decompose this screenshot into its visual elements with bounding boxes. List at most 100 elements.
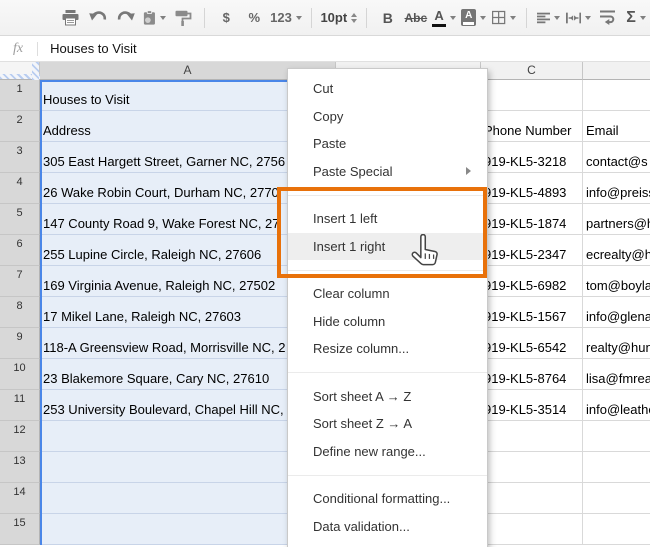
cell-d9[interactable]: realty@hun [583, 328, 650, 359]
cell-d11[interactable]: info@leathe [583, 390, 650, 421]
menu-item-conditional-formatting[interactable]: Conditional formatting... [288, 485, 487, 513]
submenu-arrow-icon [466, 167, 475, 175]
cell-c5[interactable]: 919-KL5-1874 [481, 204, 583, 235]
number-format-button[interactable]: 123 [270, 5, 302, 31]
text-color-button[interactable]: A [432, 5, 457, 31]
row-header[interactable]: 3 [0, 142, 40, 173]
row-header[interactable]: 12 [0, 421, 40, 452]
row-header[interactable]: 7 [0, 266, 40, 297]
cell-c8[interactable]: 919-KL5-1567 [481, 297, 583, 328]
menu-item-paste[interactable]: Paste [288, 130, 487, 158]
wrap-text-button[interactable] [597, 5, 619, 31]
toolbar-separator [204, 7, 206, 28]
row-header[interactable]: 13 [0, 452, 40, 483]
number-format-caret [295, 16, 302, 23]
menu-item-clear-column[interactable]: Clear column [288, 280, 487, 308]
column-header-c[interactable]: C [481, 62, 583, 80]
strikethrough-label: Abc [404, 10, 428, 25]
paint-format-button[interactable] [172, 5, 194, 31]
text-color-icon: A [432, 9, 447, 27]
toolbar-separator [310, 7, 312, 28]
row-header[interactable]: 9 [0, 328, 40, 359]
cell-d3[interactable]: contact@s [583, 142, 650, 173]
cell-d13[interactable] [583, 452, 650, 483]
paste-button[interactable] [143, 5, 167, 31]
cell-d2[interactable]: Email [583, 111, 650, 142]
cell-d6[interactable]: ecrealty@h [583, 235, 650, 266]
bold-button[interactable]: B [377, 5, 399, 31]
functions-caret [639, 16, 646, 23]
undo-icon [89, 11, 107, 21]
menu-item-copy[interactable]: Copy [288, 103, 487, 131]
merge-cells-button[interactable] [565, 5, 592, 31]
row-header[interactable]: 6 [0, 235, 40, 266]
menu-item-resize-column[interactable]: Resize column... [288, 335, 487, 363]
align-button[interactable] [536, 5, 560, 31]
functions-button[interactable]: Σ [625, 5, 647, 31]
formula-bar-value[interactable]: Houses to Visit [50, 41, 136, 56]
cell-d15[interactable] [583, 514, 650, 545]
row-header[interactable]: 14 [0, 483, 40, 514]
cell-c11[interactable]: 919-KL5-3514 [481, 390, 583, 421]
menu-item-paste-special[interactable]: Paste Special [288, 158, 487, 186]
undo-button[interactable] [87, 5, 109, 31]
menu-item-hide-column[interactable]: Hide column [288, 308, 487, 336]
column-header-d[interactable] [583, 62, 650, 80]
cell-c7[interactable]: 919-KL5-6982 [481, 266, 583, 297]
print-icon [62, 9, 78, 25]
cell-d10[interactable]: lisa@fmrea [583, 359, 650, 390]
cell-c12[interactable] [481, 421, 583, 452]
print-button[interactable] [59, 5, 81, 31]
borders-icon [492, 10, 506, 25]
cell-d12[interactable] [583, 421, 650, 452]
formula-bar[interactable]: fx Houses to Visit [0, 36, 650, 62]
cell-d7[interactable]: tom@boyla [583, 266, 650, 297]
select-all-corner[interactable] [0, 62, 40, 80]
menu-item-sort-sheet-az[interactable]: Sort sheet A → Z [288, 383, 487, 411]
row-header[interactable]: 2 [0, 111, 40, 142]
fill-color-button[interactable]: A [461, 5, 487, 31]
cell-c1[interactable] [481, 80, 583, 111]
font-size-button[interactable]: 10pt [320, 5, 358, 31]
menu-separator [288, 372, 487, 373]
row-header[interactable]: 4 [0, 173, 40, 204]
cell-d8[interactable]: info@glena [583, 297, 650, 328]
strikethrough-button[interactable]: Abc [404, 5, 428, 31]
cell-c6[interactable]: 919-KL5-2347 [481, 235, 583, 266]
menu-item-label: Paste Special [313, 163, 393, 179]
row-header[interactable]: 10 [0, 359, 40, 390]
percent-format-button[interactable]: % [243, 5, 265, 31]
borders-button[interactable] [492, 5, 516, 31]
cell-c14[interactable] [481, 483, 583, 514]
cell-c13[interactable] [481, 452, 583, 483]
selection-border-left [40, 80, 42, 545]
cell-c10[interactable]: 919-KL5-8764 [481, 359, 583, 390]
paste-dropdown-caret[interactable] [160, 16, 167, 23]
currency-format-button[interactable]: $ [215, 5, 237, 31]
cell-c4[interactable]: 919-KL5-4893 [481, 173, 583, 204]
cell-d5[interactable]: partners@h [583, 204, 650, 235]
row-header[interactable]: 15 [0, 514, 40, 545]
menu-item-cut[interactable]: Cut [288, 75, 487, 103]
cell-c9[interactable]: 919-KL5-6542 [481, 328, 583, 359]
menu-item-sort-sheet-za[interactable]: Sort sheet Z → A [288, 410, 487, 438]
cell-c3[interactable]: 919-KL5-3218 [481, 142, 583, 173]
menu-item-define-new-range[interactable]: Define new range... [288, 438, 487, 466]
cell-c15[interactable] [481, 514, 583, 545]
row-header[interactable]: 11 [0, 390, 40, 421]
spreadsheet-app: $ % 123 10pt B Abc A A Σ fx Houses to Vi… [0, 0, 650, 547]
cell-d14[interactable] [583, 483, 650, 514]
menu-item-data-validation[interactable]: Data validation... [288, 513, 487, 541]
cell-c2[interactable]: Phone Number [481, 111, 583, 142]
row-header[interactable]: 5 [0, 204, 40, 235]
redo-button[interactable] [115, 5, 137, 31]
toolbar-separator [525, 7, 527, 28]
row-header[interactable]: 8 [0, 297, 40, 328]
cell-d1[interactable] [583, 80, 650, 111]
column-context-menu: Cut Copy Paste Paste Special Insert 1 le… [287, 68, 488, 547]
align-left-icon [536, 12, 550, 23]
font-size-stepper[interactable] [351, 10, 358, 26]
row-header[interactable]: 1 [0, 80, 40, 111]
cell-d4[interactable]: info@preiss [583, 173, 650, 204]
toolbar-separator [365, 7, 367, 28]
